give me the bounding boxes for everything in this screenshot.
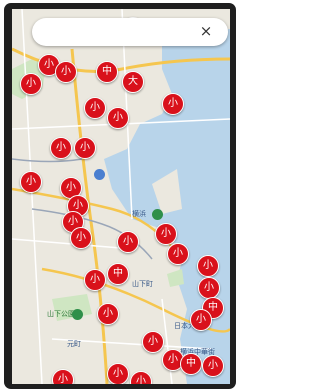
parking-pin-small[interactable]: 小 bbox=[74, 137, 96, 159]
pin-glyph: 小 bbox=[113, 112, 123, 123]
pin-glyph: 小 bbox=[113, 368, 123, 379]
parking-pin-small[interactable]: 小 bbox=[117, 231, 139, 253]
parking-pin-small[interactable]: 小 bbox=[162, 93, 184, 115]
map-label-motomachi: 元町 bbox=[67, 340, 81, 348]
pin-glyph: 小 bbox=[76, 232, 86, 243]
pin-glyph: 小 bbox=[61, 66, 71, 77]
pin-glyph: 小 bbox=[203, 260, 213, 271]
parking-pin-small[interactable]: 小 bbox=[202, 355, 224, 377]
pin-glyph: 小 bbox=[90, 274, 100, 285]
search-input[interactable] bbox=[44, 23, 198, 43]
parking-pin-small[interactable]: 小 bbox=[142, 331, 164, 353]
pin-glyph: 大 bbox=[128, 76, 138, 87]
parking-pin-medium[interactable]: 中 bbox=[96, 61, 118, 83]
pin-glyph: 小 bbox=[173, 248, 183, 259]
pin-glyph: 小 bbox=[26, 78, 36, 89]
close-icon[interactable]: × bbox=[196, 21, 216, 41]
pin-glyph: 中 bbox=[102, 66, 112, 77]
map-label-park: 山下公園 bbox=[47, 310, 75, 318]
map-label-yamashitacho: 山下町 bbox=[132, 280, 153, 288]
parking-pin-small[interactable]: 小 bbox=[20, 73, 42, 95]
pin-glyph: 小 bbox=[208, 360, 218, 371]
poi-marker[interactable] bbox=[94, 169, 105, 180]
poi-marker[interactable] bbox=[152, 209, 163, 220]
parking-pin-small[interactable]: 小 bbox=[84, 97, 106, 119]
parking-pin-small[interactable]: 小 bbox=[190, 309, 212, 331]
parking-pin-small[interactable]: 小 bbox=[167, 243, 189, 265]
map-view[interactable]: 横浜 日本大 山下公園 横浜中華街 山下町 元町 小 小 中 小 小 小 小 小… bbox=[12, 9, 230, 384]
pin-glyph: 小 bbox=[103, 308, 113, 319]
parking-pin-small[interactable]: 小 bbox=[107, 107, 129, 129]
parking-pin-small[interactable]: 小 bbox=[20, 171, 42, 193]
parking-pin-small[interactable]: 小 bbox=[50, 137, 72, 159]
search-bar[interactable]: × bbox=[32, 18, 228, 46]
pin-glyph: 小 bbox=[136, 376, 146, 384]
parking-pin-small[interactable]: 小 bbox=[55, 61, 77, 83]
pin-glyph: 小 bbox=[161, 228, 171, 239]
pin-glyph: 小 bbox=[90, 102, 100, 113]
pin-glyph: 小 bbox=[58, 374, 68, 384]
parking-pin-small[interactable]: 小 bbox=[155, 223, 177, 245]
parking-pin-small[interactable]: 小 bbox=[52, 369, 74, 384]
parking-pin-small[interactable]: 小 bbox=[84, 269, 106, 291]
pin-glyph: 中 bbox=[113, 268, 123, 279]
parking-pin-small[interactable]: 小 bbox=[130, 371, 152, 384]
pin-glyph: 小 bbox=[26, 176, 36, 187]
parking-pin-small[interactable]: 小 bbox=[107, 363, 129, 384]
poi-marker[interactable] bbox=[72, 309, 83, 320]
parking-pin-medium[interactable]: 中 bbox=[180, 353, 202, 375]
parking-pin-large[interactable]: 大 bbox=[122, 71, 144, 93]
parking-pin-small[interactable]: 小 bbox=[198, 277, 220, 299]
pin-glyph: 小 bbox=[123, 236, 133, 247]
parking-pin-small[interactable]: 小 bbox=[97, 303, 119, 325]
parking-pin-medium[interactable]: 中 bbox=[107, 263, 129, 285]
pin-glyph: 中 bbox=[186, 358, 196, 369]
map-label-yokohama: 横浜 bbox=[132, 210, 146, 218]
parking-pin-small[interactable]: 小 bbox=[70, 227, 92, 249]
parking-pin-small[interactable]: 小 bbox=[197, 255, 219, 277]
pin-glyph: 小 bbox=[196, 314, 206, 325]
pin-glyph: 小 bbox=[168, 98, 178, 109]
pin-glyph: 小 bbox=[56, 142, 66, 153]
pin-glyph: 小 bbox=[204, 282, 214, 293]
pin-glyph: 小 bbox=[148, 336, 158, 347]
pin-glyph: 小 bbox=[80, 142, 90, 153]
